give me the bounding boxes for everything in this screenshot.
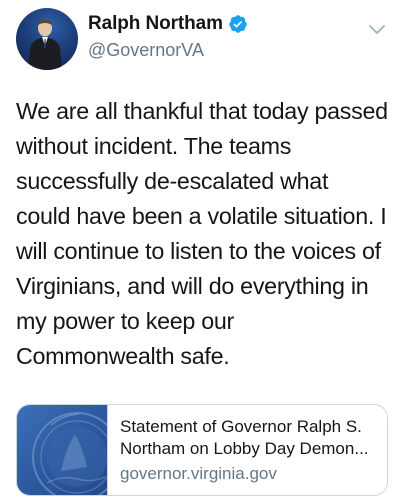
virginia-seal-thumbnail-icon xyxy=(17,405,108,495)
more-options-button[interactable] xyxy=(368,22,386,36)
chevron-down-icon xyxy=(369,25,385,34)
tweet-text-line: successfully de-escalated what xyxy=(16,168,329,194)
tweet-text-line: without incident. The teams xyxy=(16,133,292,159)
tweet-text-line: my power to keep our xyxy=(16,308,235,334)
tweet-text-line: Virginians, and will do everything in xyxy=(16,273,369,299)
tweet-text-line: could have been a volatile situation. I xyxy=(16,203,387,229)
display-name[interactable]: Ralph Northam xyxy=(88,13,223,35)
tweet-text-line: Commonwealth safe. xyxy=(16,343,230,369)
link-card-domain: governor.virginia.gov xyxy=(120,464,277,483)
tweet-text-line: We are all thankful that today passed xyxy=(16,98,388,124)
link-preview-card[interactable]: Statement of Governor Ralph S. Northam o… xyxy=(16,404,388,496)
link-card-title-line: Statement of Governor Ralph S. xyxy=(120,417,362,436)
tweet-text-line: will continue to listen to the voices of xyxy=(16,238,381,264)
link-card-content: Statement of Governor Ralph S. Northam o… xyxy=(108,405,387,495)
link-card-title-line: Northam on Lobby Day Demon... xyxy=(120,439,369,458)
avatar[interactable] xyxy=(16,8,78,70)
portrait-avatar-icon xyxy=(28,19,62,70)
verified-badge-icon xyxy=(228,14,248,34)
tweet: Ralph Northam @GovernorVA We are all tha… xyxy=(0,0,402,500)
author-handle[interactable]: @GovernorVA xyxy=(88,40,204,61)
display-name-row: Ralph Northam xyxy=(88,13,248,35)
tweet-text: We are all thankful that today passed wi… xyxy=(16,94,396,374)
